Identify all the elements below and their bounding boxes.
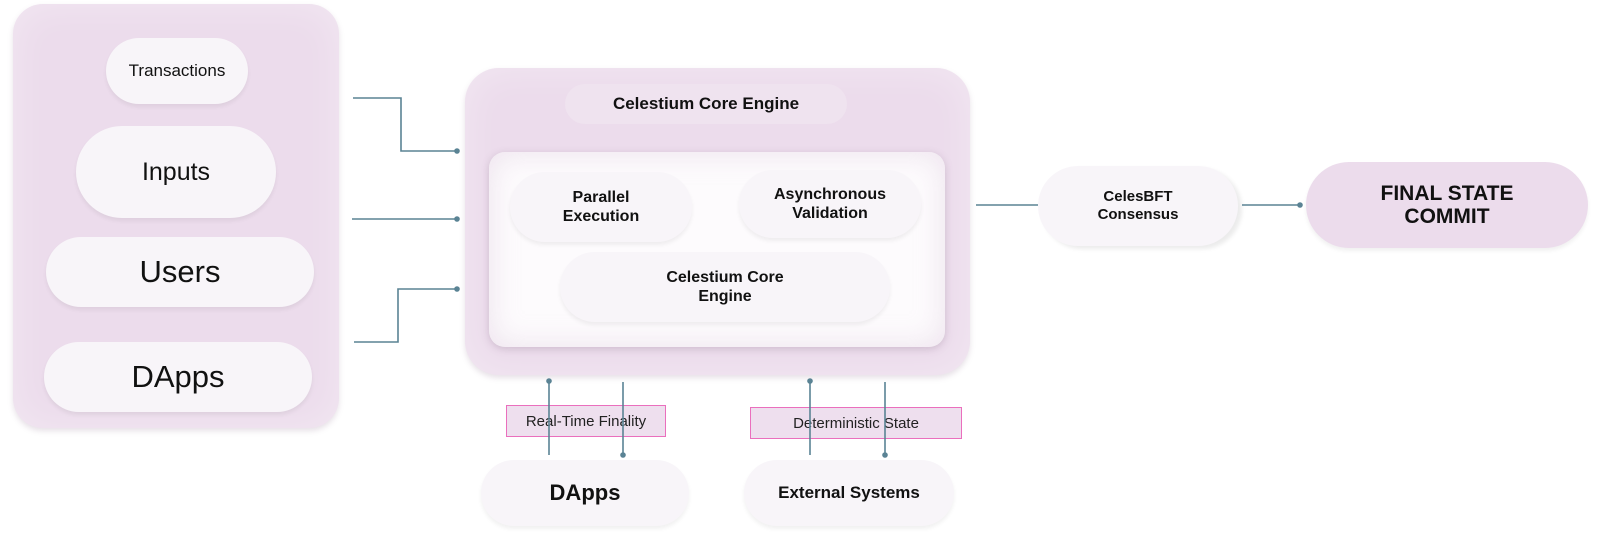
connector-arrowhead [454, 148, 460, 154]
connector-arrowhead [1297, 202, 1303, 208]
connectors [352, 97, 1303, 458]
connector-dapps-core [354, 288, 456, 343]
connector-transactions-core [353, 97, 456, 152]
connector-arrowhead [807, 378, 813, 384]
connector-arrowhead [620, 452, 626, 458]
connector-arrowhead [454, 216, 460, 222]
connector-arrowhead [546, 378, 552, 384]
connector-arrowhead [882, 452, 888, 458]
connector-arrowhead [454, 286, 460, 292]
